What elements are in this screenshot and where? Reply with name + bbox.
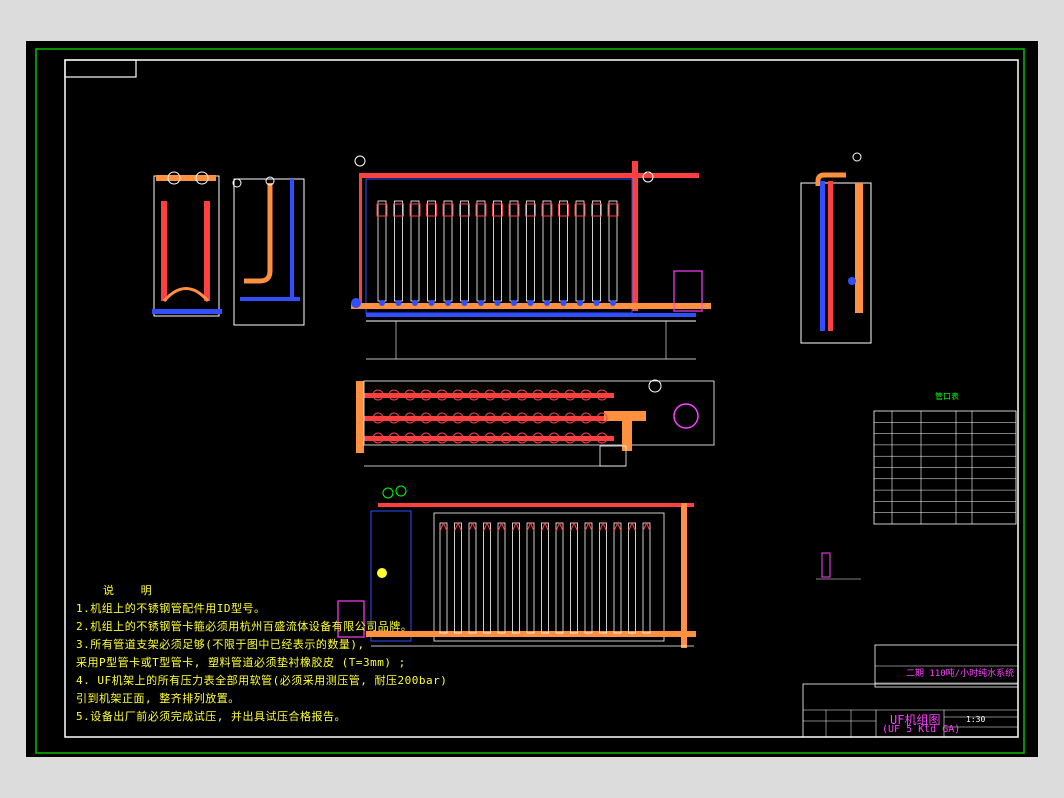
drawing-name-en: (UF 5 Ktd GA) — [882, 724, 961, 735]
module-cap — [409, 203, 421, 217]
scale-value: 1:30 — [966, 715, 986, 724]
module-cap — [574, 203, 586, 217]
module-port — [577, 300, 583, 306]
module-cap — [376, 203, 388, 217]
rear-module-cap — [454, 521, 462, 532]
notes-title: 说 明 — [103, 584, 162, 597]
rear-module-cap — [642, 521, 651, 532]
module-cap — [525, 203, 536, 217]
module-cap — [393, 203, 404, 217]
module-cap — [492, 203, 503, 217]
rear-uf-module — [555, 522, 564, 634]
rear-module-cap — [483, 521, 491, 532]
module-cap — [541, 203, 553, 217]
rear-uf-module — [570, 522, 578, 634]
project-title: 二期 110吨/小时纯水系统 — [906, 669, 1015, 679]
module-cap — [508, 203, 520, 217]
module-port — [494, 300, 501, 306]
rear-module-cap — [570, 521, 578, 532]
module-port — [428, 300, 435, 306]
rear-uf-module — [468, 522, 477, 634]
rear-uf-module — [599, 522, 607, 634]
module-port — [412, 300, 418, 306]
left-side-view[interactable] — [152, 171, 222, 317]
rear-module-cap — [526, 521, 535, 532]
module-port — [527, 300, 534, 306]
note-line-1: 1.机组上的不锈钢管配件用ID型号。 — [76, 602, 266, 615]
module-cap — [558, 203, 569, 217]
rear-module-cap — [439, 521, 448, 532]
rear-uf-module — [497, 522, 506, 634]
rear-module-cap — [599, 521, 607, 532]
module-port — [544, 300, 550, 306]
module-port — [593, 300, 600, 306]
rear-uf-module — [454, 522, 462, 634]
note-line-5: 4. UF机架上的所有压力表全部用软管(必须采用测压管, 耐压200bar) — [76, 674, 448, 687]
module-port — [461, 300, 468, 306]
rear-module-cap — [468, 521, 477, 532]
rear-module-cap — [497, 521, 506, 532]
module-port — [379, 300, 385, 306]
top-view[interactable] — [356, 379, 715, 467]
front-view[interactable] — [351, 155, 711, 360]
module-port — [445, 300, 451, 306]
module-port — [511, 300, 517, 306]
rear-module-cap — [584, 521, 593, 532]
module-port — [478, 300, 484, 306]
rear-uf-module — [541, 522, 549, 634]
note-line-3: 3.所有管道支架必须足够(不限于图中已经表示的数量), — [76, 638, 365, 651]
module-cap — [591, 203, 602, 217]
note-line-2: 2.机组上的不锈钢管卡箍必须用杭州百盛流体设备有限公司品牌。 — [76, 620, 413, 633]
rear-module-cap — [555, 521, 564, 532]
module-cap — [459, 203, 470, 217]
module-cap — [607, 203, 619, 217]
module-cap — [442, 203, 454, 217]
module-port — [610, 300, 616, 306]
rear-uf-module — [526, 522, 535, 634]
rear-uf-module — [439, 522, 448, 634]
right-side-view[interactable] — [800, 152, 872, 344]
module-cap — [426, 203, 437, 217]
cad-drawing-sheet[interactable]: 说 明 1.机组上的不锈钢管配件用ID型号。 2.机组上的不锈钢管卡箍必须用杭州… — [26, 41, 1038, 757]
note-line-6: 引到机架正面, 整齐排列放置。 — [76, 692, 240, 705]
rear-module-cap — [613, 521, 622, 532]
note-line-4: 采用P型管卡或T型管卡, 塑料管道必须垫衬橡胶皮 (T=3mm) ; — [76, 656, 406, 669]
rear-uf-module — [584, 522, 593, 634]
parts-table[interactable] — [873, 410, 1017, 525]
rear-uf-module — [512, 522, 520, 634]
note-line-7: 5.设备出厂前必须完成试压, 并出具试压合格报告。 — [76, 710, 346, 723]
rear-uf-module — [483, 522, 491, 634]
rear-uf-module — [628, 522, 636, 634]
corner-tag-box — [64, 59, 137, 78]
rear-module-cap — [541, 521, 549, 532]
module-cap — [475, 203, 487, 217]
module-port — [395, 300, 402, 306]
rear-uf-module — [613, 522, 622, 634]
rear-module-cap — [628, 521, 636, 532]
rear-module-cap — [512, 521, 520, 532]
detail-view[interactable] — [816, 552, 861, 580]
rear-uf-module — [642, 522, 651, 634]
left-end-view[interactable] — [232, 176, 305, 326]
module-port — [560, 300, 567, 306]
parts-table-title: 管口表 — [935, 392, 959, 401]
